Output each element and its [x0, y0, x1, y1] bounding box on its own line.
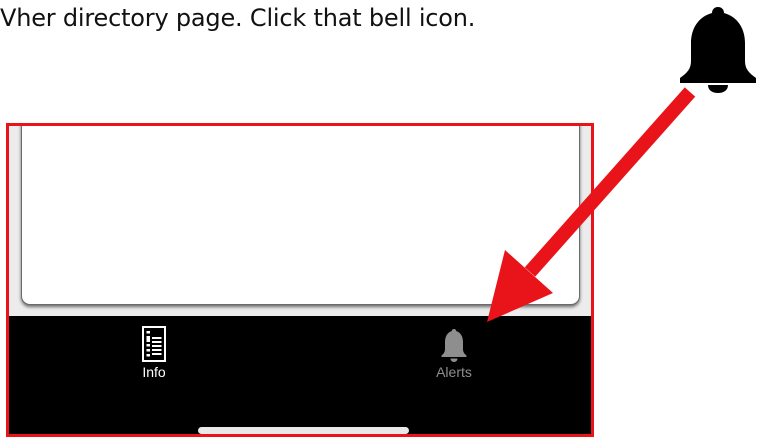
bell-icon: [441, 329, 467, 362]
document-list-icon: [142, 326, 166, 362]
tab-alerts[interactable]: Alerts: [414, 326, 494, 386]
bottom-tab-bar: Info Alerts: [9, 316, 591, 434]
instruction-text: Vher directory page. Click that bell ico…: [0, 4, 476, 32]
phone-screen-frame: Info Alerts: [6, 123, 594, 437]
tab-alerts-label: Alerts: [436, 364, 472, 380]
content-card: [21, 126, 580, 305]
tab-info[interactable]: Info: [114, 326, 194, 386]
bell-icon: [680, 7, 756, 93]
tab-info-label: Info: [142, 364, 166, 380]
directory-content-area: [9, 126, 591, 316]
home-indicator[interactable]: [198, 427, 409, 434]
